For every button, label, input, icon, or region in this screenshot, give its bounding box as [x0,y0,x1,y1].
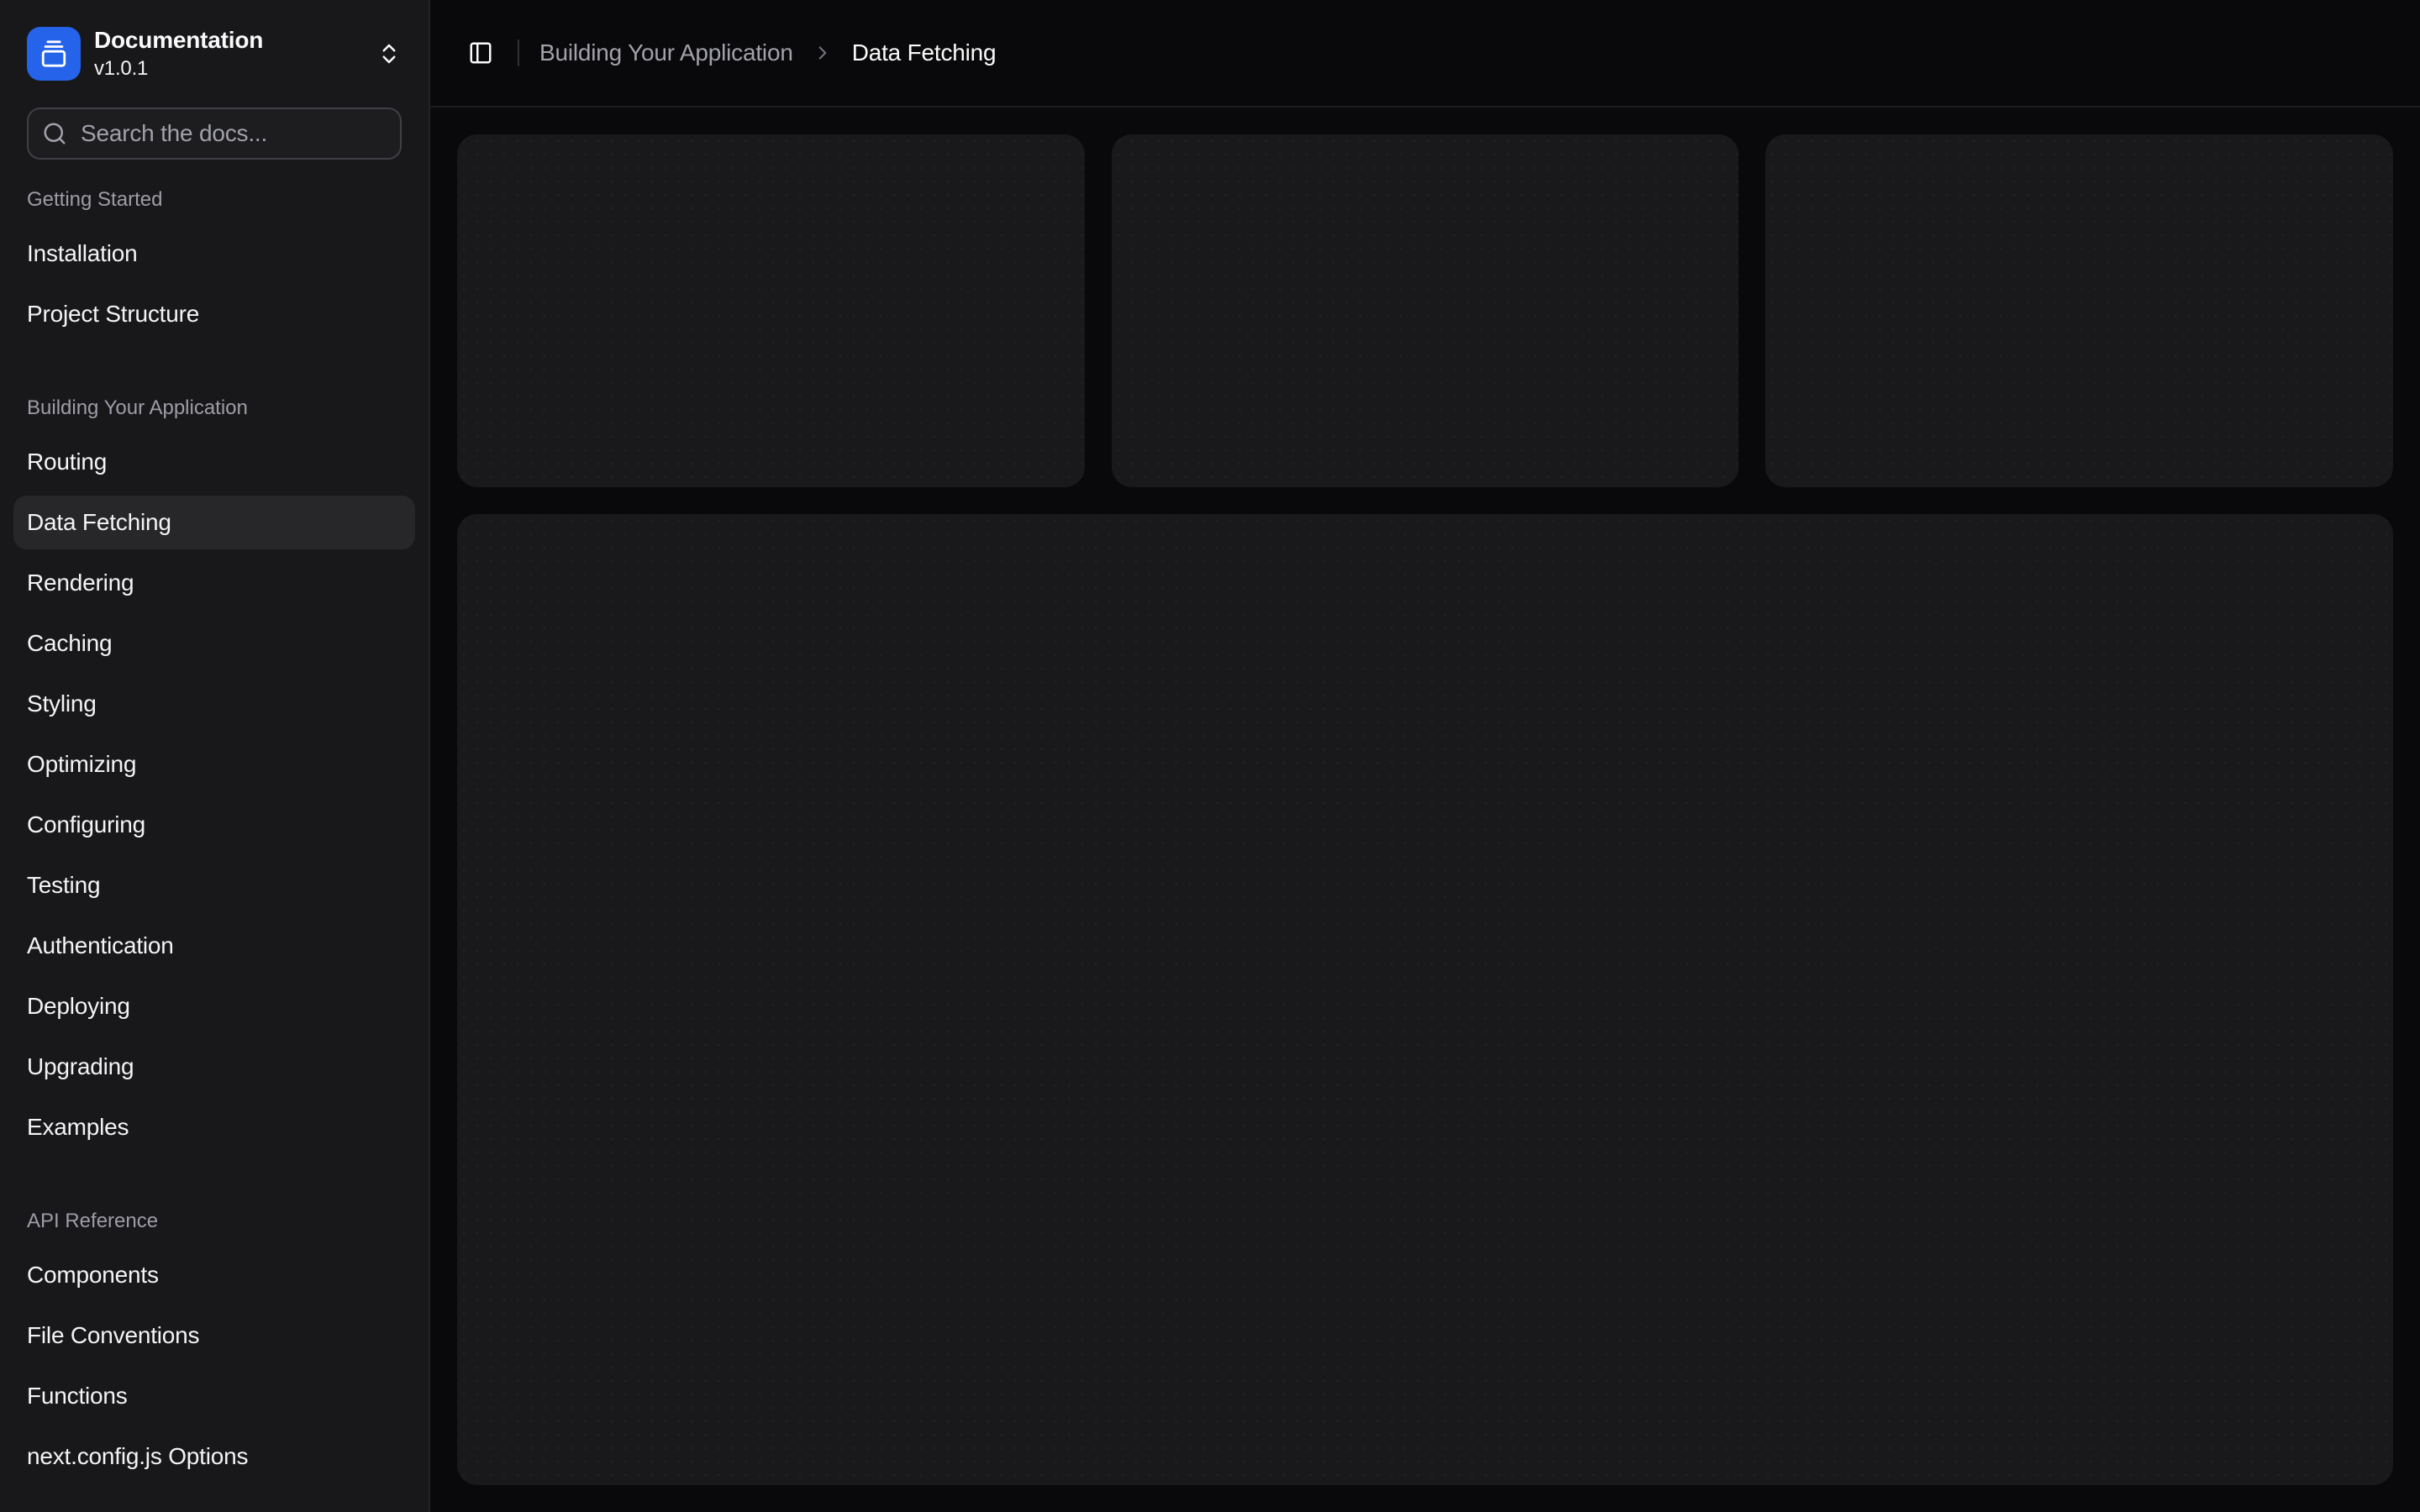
placeholder-card-1 [457,134,1085,487]
placeholder-card-2 [1112,134,1739,487]
breadcrumb-current-page: Data Fetching [852,39,997,66]
gallery-vertical-end-icon [27,27,81,81]
chevrons-up-down-icon [376,41,402,66]
nav-item-data-fetching[interactable]: Data Fetching [13,496,415,549]
sidebar: Documentation v1.0.1 Getting Started Ins… [0,0,430,1512]
search-input[interactable] [27,108,402,160]
sidebar-nav: Getting Started Installation Project Stru… [0,160,429,1499]
nav-group-label: API Reference [13,1208,415,1235]
nav-item-authentication[interactable]: Authentication [13,919,415,973]
search-icon [42,121,67,146]
app-switcher-button[interactable]: Documentation v1.0.1 [13,13,415,94]
main-placeholder-panel [457,514,2393,1485]
app-name: Documentation [94,27,363,54]
nav-item-caching[interactable]: Caching [13,617,415,670]
nav-item-project-structure[interactable]: Project Structure [13,287,415,341]
panel-left-icon [468,40,493,66]
nav-group-label: Building Your Application [13,395,415,422]
nav-item-file-conventions[interactable]: File Conventions [13,1309,415,1362]
nav-item-routing[interactable]: Routing [13,435,415,489]
header-divider [518,39,519,66]
nav-list: Installation Project Structure [13,227,415,341]
nav-item-components[interactable]: Components [13,1248,415,1302]
nav-item-installation[interactable]: Installation [13,227,415,281]
nav-item-examples[interactable]: Examples [13,1100,415,1154]
breadcrumb: Building Your Application Data Fetching [539,39,996,66]
sidebar-toggle-button[interactable] [457,29,504,76]
nav-item-deploying[interactable]: Deploying [13,979,415,1033]
nav-list: Components File Conventions Functions next.… [13,1248,415,1483]
nav-item-testing[interactable]: Testing [13,858,415,912]
placeholder-card-3 [1765,134,2393,487]
nav-item-styling[interactable]: Styling [13,677,415,731]
nav-item-rendering[interactable]: Rendering [13,556,415,610]
sidebar-header: Documentation v1.0.1 [0,13,429,94]
chevron-right-icon [812,42,834,64]
content-area [430,108,2420,1512]
nav-item-functions[interactable]: Functions [13,1369,415,1423]
nav-item-upgrading[interactable]: Upgrading [13,1040,415,1094]
placeholder-card-row [457,134,2393,487]
nav-item-optimizing[interactable]: Optimizing [13,738,415,791]
breadcrumb-parent-link[interactable]: Building Your Application [539,39,793,66]
nav-item-configuring[interactable]: Configuring [13,798,415,852]
main-area: Building Your Application Data Fetching [430,0,2420,1512]
app-title-block: Documentation v1.0.1 [94,27,363,81]
nav-item-next-config-js-options[interactable]: next.config.js Options [13,1430,415,1483]
main-header: Building Your Application Data Fetching [430,0,2420,108]
nav-group-label: Getting Started [13,186,415,213]
nav-group-api-reference: API Reference Components File Conventions… [0,1181,429,1499]
nav-group-getting-started: Getting Started Installation Project Stru… [0,160,429,368]
nav-list: Routing Data Fetching Rendering Caching Styl… [13,435,415,1154]
nav-group-building-your-application: Building Your Application Routing Data Fe… [0,368,429,1181]
app-version: v1.0.1 [94,57,363,81]
search-container [27,108,402,160]
